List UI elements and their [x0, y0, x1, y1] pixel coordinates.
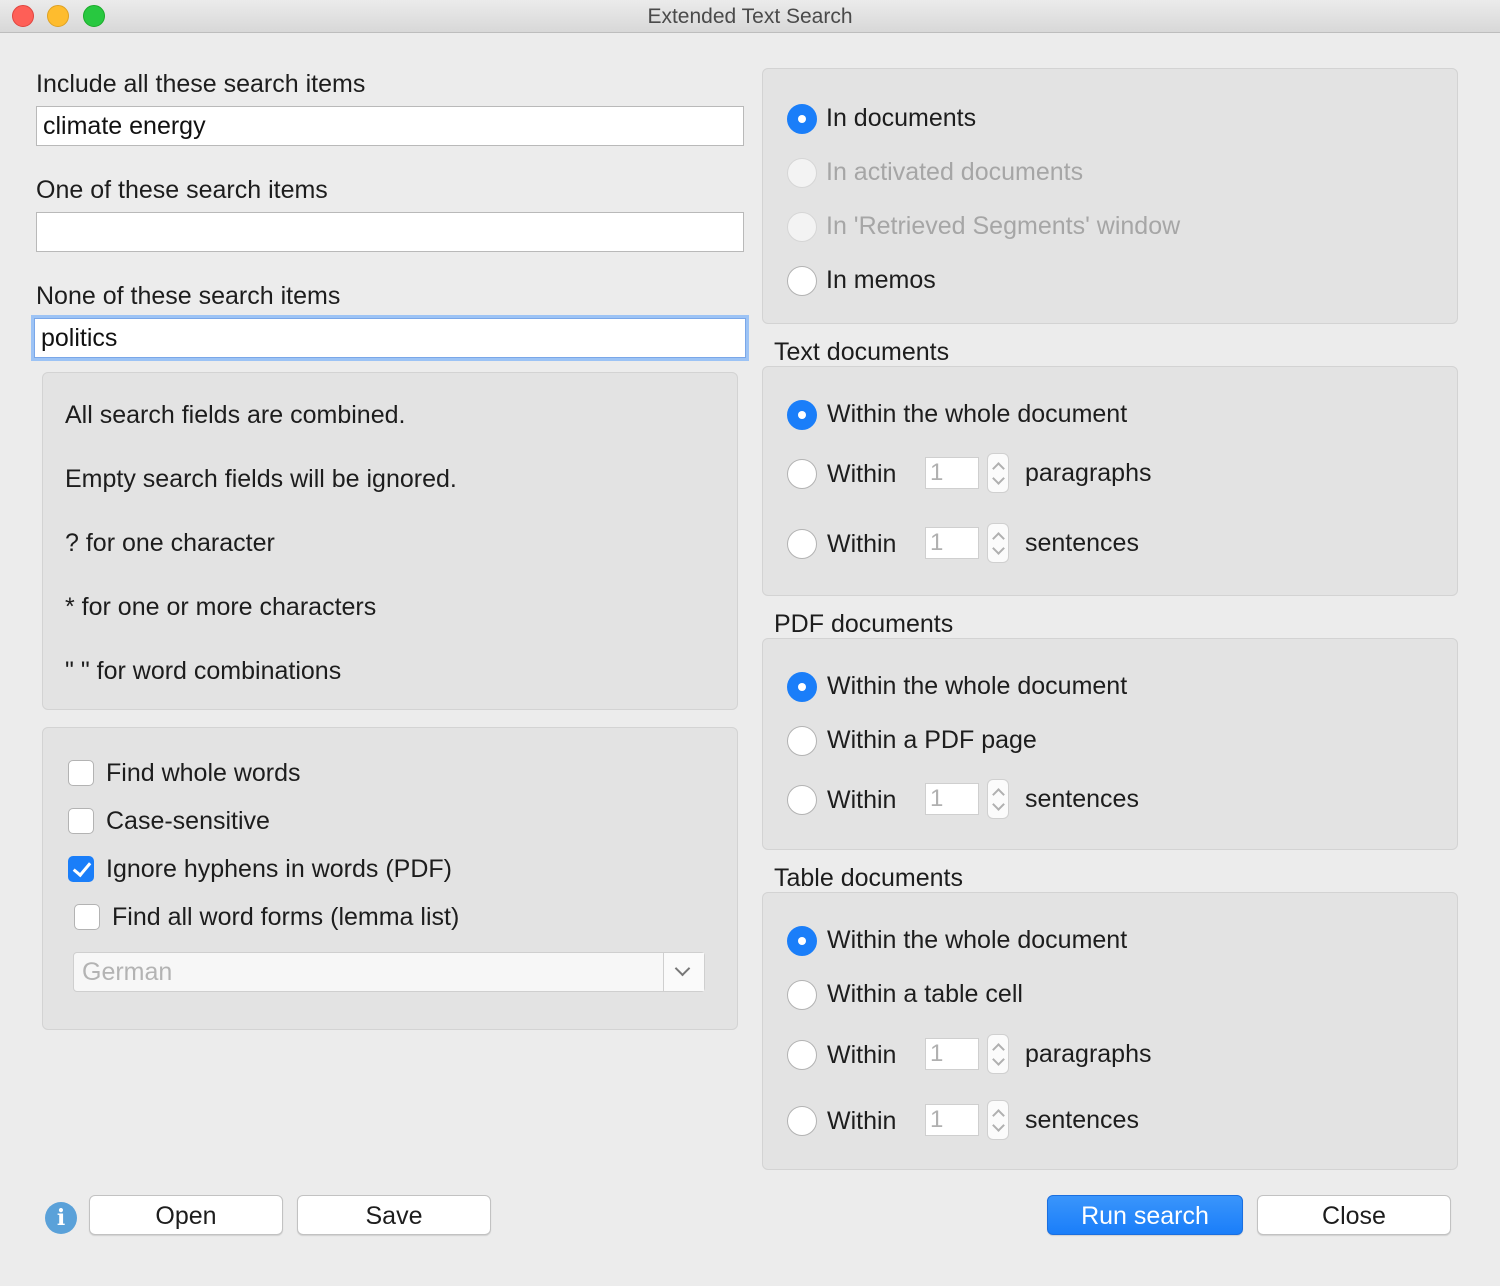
case-sensitive-label[interactable]: Case-sensitive [106, 807, 270, 836]
table-paragraphs-stepper[interactable]: 1 [925, 1038, 979, 1070]
hint-one-char: ? for one character [65, 529, 275, 557]
pdf-documents-panel: Within the whole document Within a PDF p… [762, 638, 1458, 850]
text-within-sentences-radio[interactable] [787, 529, 817, 559]
pdf-within-sentences-label[interactable]: Within [827, 786, 896, 815]
text-paragraphs-stepper[interactable]: 1 [925, 457, 979, 489]
in-retrieved-label: In 'Retrieved Segments' window [826, 212, 1181, 240]
in-documents-label[interactable]: In documents [826, 104, 976, 133]
hint-empty: Empty search fields will be ignored. [65, 465, 457, 493]
text-documents-panel: Within the whole document Within 1 parag… [762, 366, 1458, 596]
table-documents-title: Table documents [774, 864, 964, 892]
table-within-paragraphs-radio[interactable] [787, 1040, 817, 1070]
open-button[interactable]: Open [89, 1195, 283, 1235]
text-whole-document-label[interactable]: Within the whole document [827, 400, 1127, 429]
pdf-sentences-stepper[interactable]: 1 [925, 783, 979, 815]
include-label: Include all these search items [36, 70, 366, 98]
find-word-forms-checkbox[interactable] [74, 904, 100, 930]
close-button[interactable]: Close [1257, 1195, 1451, 1235]
in-documents-radio[interactable] [787, 104, 817, 134]
include-search-input[interactable] [36, 106, 744, 146]
in-retrieved-radio [787, 212, 817, 242]
none-of-search-input[interactable] [34, 318, 746, 358]
one-of-label: One of these search items [36, 176, 328, 204]
case-sensitive-checkbox[interactable] [68, 808, 94, 834]
find-whole-words-label[interactable]: Find whole words [106, 759, 301, 788]
hint-many-chars: * for one or more characters [65, 593, 377, 621]
pdf-page-label[interactable]: Within a PDF page [827, 726, 1037, 755]
text-whole-document-radio[interactable] [787, 400, 817, 430]
save-button[interactable]: Save [297, 1195, 491, 1235]
chevron-down-icon[interactable] [992, 472, 1005, 485]
hint-combined: All search fields are combined. [65, 401, 406, 429]
table-within-sentences-radio[interactable] [787, 1106, 817, 1136]
pdf-page-radio[interactable] [787, 726, 817, 756]
pdf-within-sentences-radio[interactable] [787, 785, 817, 815]
pdf-sentences-unit: sentences [1025, 785, 1139, 813]
table-cell-radio[interactable] [787, 980, 817, 1010]
find-word-forms-label[interactable]: Find all word forms (lemma list) [112, 903, 459, 932]
table-sentences-stepper-arrows[interactable] [987, 1100, 1009, 1140]
find-whole-words-checkbox[interactable] [68, 760, 94, 786]
text-within-paragraphs-label[interactable]: Within [827, 460, 896, 489]
pdf-whole-document-label[interactable]: Within the whole document [827, 672, 1127, 701]
hint-word-combos: " " for word combinations [65, 657, 342, 685]
table-sentences-stepper[interactable]: 1 [925, 1104, 979, 1136]
text-documents-title: Text documents [774, 338, 950, 366]
text-within-sentences-label[interactable]: Within [827, 530, 896, 559]
table-cell-label[interactable]: Within a table cell [827, 980, 1023, 1009]
in-memos-label[interactable]: In memos [826, 266, 936, 295]
text-sentences-stepper-arrows[interactable] [987, 523, 1009, 563]
pdf-documents-title: PDF documents [774, 610, 954, 638]
chevron-down-icon[interactable] [992, 542, 1005, 555]
ignore-hyphens-label[interactable]: Ignore hyphens in words (PDF) [106, 855, 452, 884]
in-activated-radio [787, 158, 817, 188]
none-of-label: None of these search items [36, 282, 341, 310]
in-activated-label: In activated documents [826, 158, 1084, 186]
info-icon[interactable]: i [45, 1202, 77, 1234]
table-sentences-unit: sentences [1025, 1106, 1139, 1134]
pdf-sentences-stepper-arrows[interactable] [987, 779, 1009, 819]
text-paragraphs-unit: paragraphs [1025, 459, 1152, 487]
table-paragraphs-unit: paragraphs [1025, 1040, 1152, 1068]
lemma-language-value: German [82, 958, 173, 986]
run-search-button[interactable]: Run search [1047, 1195, 1243, 1235]
table-within-paragraphs-label[interactable]: Within [827, 1041, 896, 1070]
title-bar: Extended Text Search [0, 0, 1500, 33]
lemma-language-select[interactable]: German [73, 952, 705, 992]
window-title: Extended Text Search [647, 5, 853, 28]
table-paragraphs-stepper-arrows[interactable] [987, 1034, 1009, 1074]
hints-panel: All search fields are combined. Empty se… [42, 372, 738, 710]
chevron-down-icon[interactable] [992, 1119, 1005, 1132]
text-sentences-stepper[interactable]: 1 [925, 527, 979, 559]
text-within-paragraphs-radio[interactable] [787, 459, 817, 489]
table-documents-panel: Within the whole document Within a table… [762, 892, 1458, 1170]
options-panel: Find whole words Case-sensitive Ignore h… [42, 727, 738, 1030]
one-of-search-input[interactable] [36, 212, 744, 252]
table-within-sentences-label[interactable]: Within [827, 1107, 896, 1136]
table-whole-document-radio[interactable] [787, 926, 817, 956]
text-paragraphs-stepper-arrows[interactable] [987, 453, 1009, 493]
pdf-whole-document-radio[interactable] [787, 672, 817, 702]
scope-panel: In documents In activated documents In '… [762, 68, 1458, 324]
chevron-down-icon[interactable] [663, 953, 704, 991]
table-whole-document-label[interactable]: Within the whole document [827, 926, 1127, 955]
in-memos-radio[interactable] [787, 266, 817, 296]
text-sentences-unit: sentences [1025, 529, 1139, 557]
ignore-hyphens-checkbox[interactable] [68, 856, 94, 882]
chevron-down-icon[interactable] [992, 798, 1005, 811]
chevron-down-icon[interactable] [992, 1053, 1005, 1066]
